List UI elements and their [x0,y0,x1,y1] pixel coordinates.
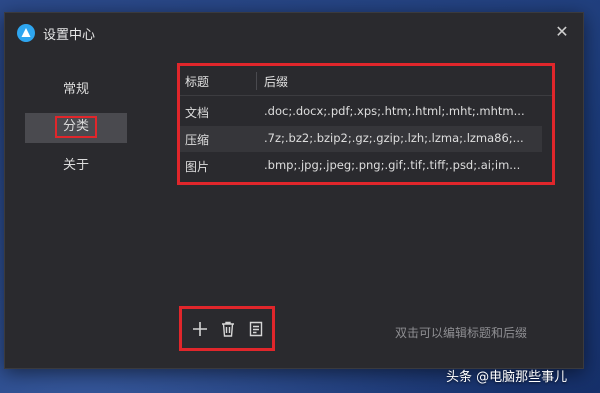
category-table: 标题 后缀 文档 .doc;.docx;.pdf;.xps;.htm;.html… [177,63,555,185]
title-bar: 设置中心 ✕ [5,13,583,53]
edit-icon [249,321,263,337]
window-title: 设置中心 [43,28,96,43]
edit-button[interactable] [246,319,266,339]
sidebar-item-general[interactable]: 常规 [25,75,127,105]
table-header: 标题 后缀 [180,66,552,96]
column-header-ext[interactable]: 后缀 [264,73,288,90]
row-extensions: .doc;.docx;.pdf;.xps;.htm;.html;.mht;.mh… [264,104,525,118]
trash-icon [222,321,234,337]
row-extensions: .7z;.bz2;.bzip2;.gz;.gzip;.lzh;.lzma;.lz… [264,131,524,145]
sidebar-item-category[interactable]: 分类 [25,113,127,143]
edit-hint: 双击可以编辑标题和后缀 [395,326,528,340]
table-row[interactable]: 文档 .doc;.docx;.pdf;.xps;.htm;.html;.mht;… [180,99,542,125]
plus-icon [193,322,207,336]
row-title: 压缩 [185,133,210,147]
category-panel: 标题 后缀 文档 .doc;.docx;.pdf;.xps;.htm;.html… [169,61,577,366]
table-row[interactable]: 压缩 .7z;.bz2;.bzip2;.gz;.gzip;.lzh;.lzma;… [180,126,542,152]
watermark: 头条 @电脑那些事儿 [446,370,568,385]
sidebar-item-label: 分类 [54,115,97,138]
settings-window: 设置中心 ✕ 常规 分类 关于 标题 后缀 文档 .doc;.docx;.pdf… [4,12,584,369]
row-title: 图片 [185,160,210,174]
table-toolbar [179,306,275,351]
close-button[interactable]: ✕ [551,21,573,43]
sidebar: 常规 分类 关于 [5,53,151,369]
row-extensions: .bmp;.jpg;.jpeg;.png;.gif;.tif;.tiff;.ps… [264,158,521,172]
row-title: 文档 [185,106,210,120]
sidebar-item-label: 常规 [62,82,89,97]
app-logo-icon [17,24,35,42]
delete-button[interactable] [218,319,238,339]
sidebar-item-about[interactable]: 关于 [25,151,127,181]
table-row[interactable]: 图片 .bmp;.jpg;.jpeg;.png;.gif;.tif;.tiff;… [180,153,542,179]
sidebar-item-label: 关于 [62,158,89,173]
column-divider[interactable] [256,72,257,90]
column-header-title[interactable]: 标题 [185,73,209,90]
add-button[interactable] [190,319,210,339]
